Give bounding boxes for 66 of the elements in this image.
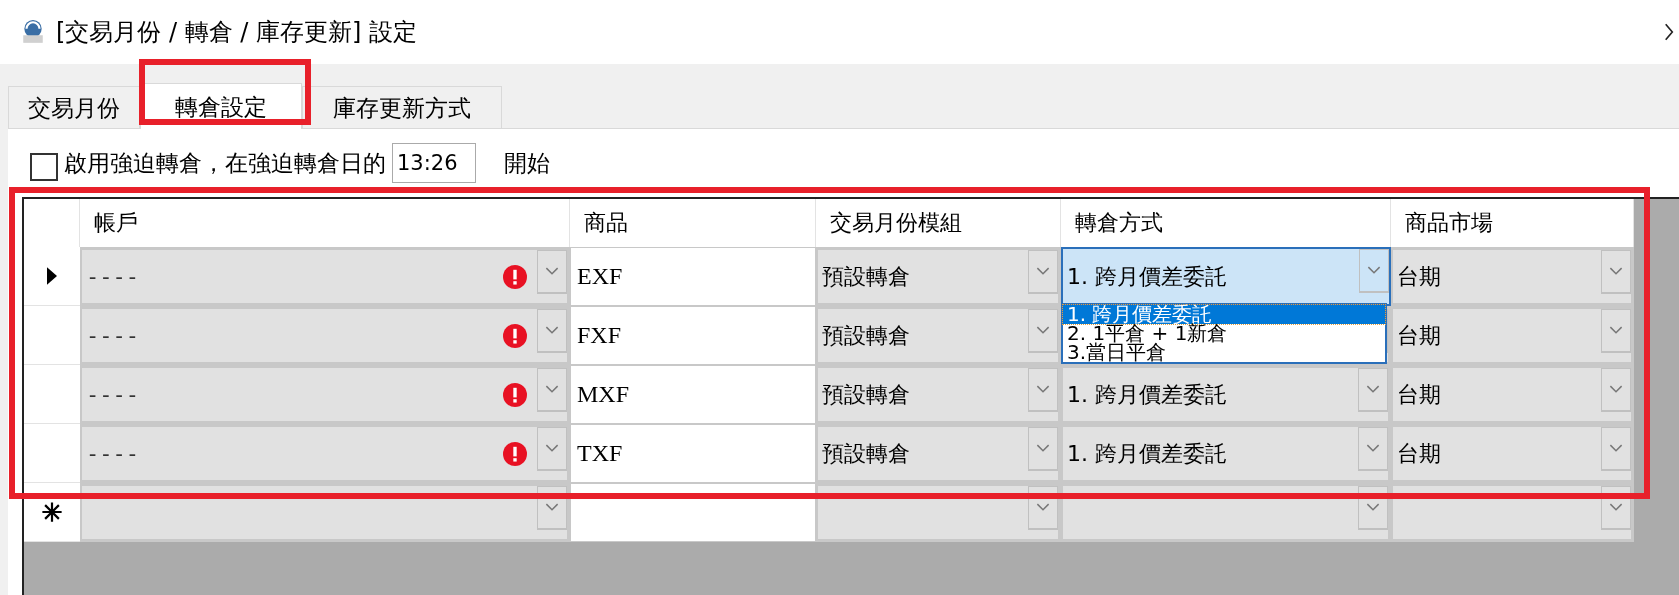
market-combo[interactable]: 台期 [1391, 247, 1634, 306]
tab[interactable]: 交易月份 [8, 86, 140, 128]
app-logo-icon [20, 19, 46, 45]
chevron-icon[interactable] [1663, 21, 1675, 43]
method-combo[interactable]: 1. 跨月價差委託 [1061, 365, 1391, 424]
method-combo[interactable] [1061, 483, 1391, 542]
module-combo[interactable] [816, 483, 1061, 542]
column-header[interactable]: 帳戶 [80, 199, 570, 247]
module-combo[interactable]: 預設轉倉 [816, 365, 1061, 424]
dropdown-button[interactable] [1601, 486, 1631, 530]
dropdown-button[interactable] [1028, 486, 1058, 530]
chevron-down-icon [545, 503, 559, 512]
market-combo[interactable] [1391, 483, 1634, 542]
market-combo[interactable]: 台期 [1391, 306, 1634, 365]
module-combo[interactable]: 預設轉倉 [816, 424, 1061, 483]
account-combo[interactable]: ---- [80, 306, 570, 365]
tab[interactable]: 庫存更新方式 [302, 86, 502, 128]
dropdown-option[interactable]: 2. 1平倉 + 1新倉 [1063, 324, 1385, 343]
option-label: 啟用強迫轉倉，在強迫轉倉日的 [64, 148, 386, 178]
account-combo[interactable]: ---- [80, 424, 570, 483]
market-combo[interactable]: 台期 [1391, 424, 1634, 483]
chevron-down-icon [1366, 503, 1380, 512]
chevron-down-icon [1036, 385, 1050, 394]
chevron-down-icon [1036, 444, 1050, 453]
row-header[interactable] [24, 247, 80, 306]
dropdown-button[interactable] [537, 486, 567, 530]
column-header[interactable]: 商品 [570, 199, 816, 247]
column-header[interactable]: 交易月份模組 [816, 199, 1061, 247]
chevron-down-icon [1036, 503, 1050, 512]
window-title: [交易月份 / 轉倉 / 庫存更新] 設定 [56, 17, 419, 48]
dropdown-option[interactable]: 3.當日平倉 [1063, 343, 1385, 362]
header-corner [24, 199, 80, 247]
row-header[interactable] [24, 483, 80, 542]
chevron-down-icon [1036, 267, 1050, 276]
chevron-down-icon [1609, 326, 1623, 335]
chevron-down-icon [1609, 503, 1623, 512]
chevron-down-icon [1036, 326, 1050, 335]
chevron-down-icon [1609, 444, 1623, 453]
chevron-down-icon [1367, 266, 1381, 275]
current-row-icon [47, 267, 57, 285]
account-combo[interactable]: ---- [80, 365, 570, 424]
column-header[interactable]: 商品市場 [1391, 199, 1634, 247]
module-combo[interactable]: 預設轉倉 [816, 247, 1061, 306]
chevron-down-icon [545, 267, 559, 276]
chevron-down-icon [545, 444, 559, 453]
time-field[interactable]: 13:26 [392, 143, 476, 183]
dropdown-option[interactable]: 1. 跨月價差委託 [1063, 305, 1385, 324]
product-cell: TXF [570, 424, 816, 483]
chevron-down-icon [1366, 444, 1380, 453]
product-cell: MXF [570, 365, 816, 424]
option-label: 開始 [504, 148, 550, 178]
chevron-down-icon [545, 326, 559, 335]
chevron-down-icon [1366, 385, 1380, 394]
column-header[interactable]: 轉倉方式 [1061, 199, 1391, 247]
account-combo[interactable]: ---- [80, 247, 570, 306]
module-combo[interactable]: 預設轉倉 [816, 306, 1061, 365]
chevron-down-icon [545, 385, 559, 394]
product-cell: EXF [570, 247, 816, 306]
method-combo[interactable]: 1. 跨月價差委託 [1061, 424, 1391, 483]
product-cell: FXF [570, 306, 816, 365]
new-row-icon [41, 501, 63, 523]
checkbox[interactable] [30, 153, 58, 181]
chevron-down-icon [1609, 267, 1623, 276]
dropdown-button[interactable] [1358, 486, 1388, 530]
market-combo[interactable]: 台期 [1391, 365, 1634, 424]
chevron-down-icon [1609, 385, 1623, 394]
